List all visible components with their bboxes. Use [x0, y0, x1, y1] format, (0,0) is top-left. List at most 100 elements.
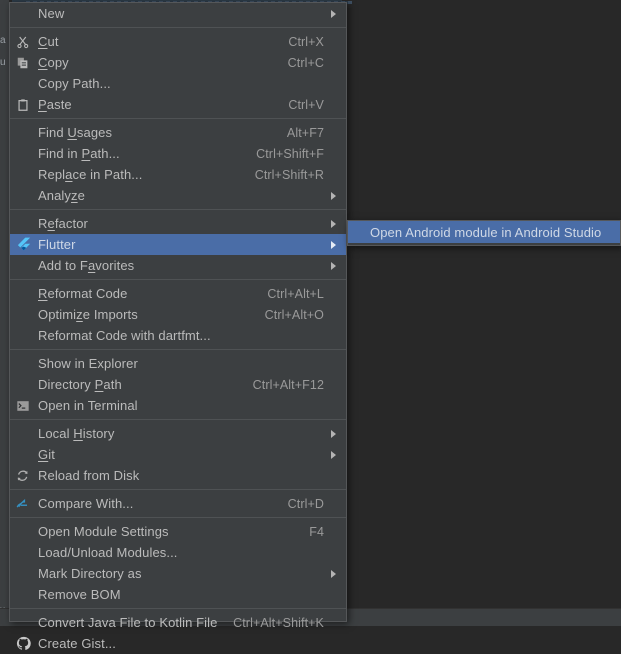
item-icon-slot — [10, 563, 36, 584]
menu-item-git[interactable]: Git — [10, 444, 346, 465]
reload-icon — [10, 465, 36, 486]
item-icon-slot — [10, 444, 36, 465]
menu-separator — [10, 489, 346, 490]
item-icon-slot — [10, 325, 36, 346]
menu-item-paste[interactable]: Paste Ctrl+V — [10, 94, 346, 115]
menu-item-label: Find in Path... — [38, 146, 120, 161]
menu-item-find-in-path[interactable]: Find in Path... Ctrl+Shift+F — [10, 143, 346, 164]
menu-item-shortcut: Ctrl+Shift+R — [254, 167, 324, 182]
item-icon-slot — [10, 185, 36, 206]
menu-item-new[interactable]: New — [10, 3, 346, 24]
menu-item-reload-from-disk[interactable]: Reload from Disk — [10, 465, 346, 486]
menu-item-local-history[interactable]: Local History — [10, 423, 346, 444]
chevron-right-icon — [326, 234, 340, 255]
menu-item-label: Open Module Settings — [38, 524, 169, 539]
submenu-item-label: Open Android module in Android Studio — [370, 224, 602, 240]
copy-icon — [10, 52, 36, 73]
menu-item-shortcut: Ctrl+Alt+F12 — [252, 377, 324, 392]
chevron-right-icon — [326, 423, 340, 444]
menu-item-shortcut: Ctrl+D — [287, 496, 324, 511]
ide-left-panel-sliver — [0, 0, 9, 626]
menu-item-shortcut: Ctrl+X — [288, 34, 324, 49]
item-icon-slot — [10, 521, 36, 542]
menu-item-reformat-code-with-dartfmt[interactable]: Reformat Code with dartfmt... — [10, 325, 346, 346]
menu-item-label: Reformat Code with dartfmt... — [38, 328, 211, 343]
menu-item-flutter[interactable]: Flutter — [10, 234, 346, 255]
menu-item-mark-directory-as[interactable]: Mark Directory as — [10, 563, 346, 584]
menu-item-shortcut: Ctrl+Alt+L — [267, 286, 324, 301]
menu-item-shortcut: Ctrl+V — [288, 97, 324, 112]
menu-item-open-module-settings[interactable]: Open Module Settings F4 — [10, 521, 346, 542]
scissors-icon — [10, 31, 36, 52]
item-icon-slot — [10, 283, 36, 304]
menu-item-label: Git — [38, 447, 55, 462]
menu-item-cut[interactable]: Cut Ctrl+X — [10, 31, 346, 52]
menu-item-reformat-code[interactable]: Reformat Code Ctrl+Alt+L — [10, 283, 346, 304]
ide-edge-char-u: u — [0, 57, 6, 68]
ide-edge-char-a: a — [0, 35, 6, 46]
menu-item-directory-path[interactable]: Directory Path Ctrl+Alt+F12 — [10, 374, 346, 395]
github-icon — [10, 633, 36, 654]
menu-item-label: Copy — [38, 55, 69, 70]
menu-item-copy[interactable]: Copy Ctrl+C — [10, 52, 346, 73]
chevron-right-icon — [326, 3, 340, 24]
menu-item-remove-bom[interactable]: Remove BOM — [10, 584, 346, 605]
menu-item-create-gist[interactable]: Create Gist... — [10, 633, 346, 654]
item-icon-slot — [10, 164, 36, 185]
item-icon-slot — [10, 584, 36, 605]
menu-item-optimize-imports[interactable]: Optimize Imports Ctrl+Alt+O — [10, 304, 346, 325]
menu-item-label: Optimize Imports — [38, 307, 138, 322]
menu-separator — [10, 27, 346, 28]
menu-separator — [10, 517, 346, 518]
menu-separator — [10, 349, 346, 350]
item-icon-slot — [10, 374, 36, 395]
menu-item-replace-in-path[interactable]: Replace in Path... Ctrl+Shift+R — [10, 164, 346, 185]
menu-item-label: Add to Favorites — [38, 258, 135, 273]
item-icon-slot — [10, 423, 36, 444]
menu-item-label: Local History — [38, 426, 115, 441]
menu-item-label: Open in Terminal — [38, 398, 138, 413]
menu-separator — [10, 118, 346, 119]
menu-item-label: Copy Path... — [38, 76, 111, 91]
menu-item-show-in-explorer[interactable]: Show in Explorer — [10, 353, 346, 374]
menu-item-find-usages[interactable]: Find Usages Alt+F7 — [10, 122, 346, 143]
menu-item-label: Analyze — [38, 188, 85, 203]
menu-item-label: Flutter — [38, 237, 76, 252]
menu-item-label: Load/Unload Modules... — [38, 545, 178, 560]
screen: a u x NewCutCtrl+XCopyCtrl+CCopy Path...… — [0, 0, 621, 651]
menu-item-open-in-terminal[interactable]: Open in Terminal — [10, 395, 346, 416]
menu-item-add-to-favorites[interactable]: Add to Favorites — [10, 255, 346, 276]
menu-item-load-unload-modules[interactable]: Load/Unload Modules... — [10, 542, 346, 563]
menu-item-shortcut: F4 — [309, 524, 324, 539]
menu-item-shortcut: Ctrl+C — [287, 55, 324, 70]
menu-separator — [10, 419, 346, 420]
menu-separator — [10, 209, 346, 210]
chevron-right-icon — [326, 185, 340, 206]
clipboard-icon — [10, 94, 36, 115]
item-icon-slot — [10, 3, 36, 24]
project-view-context-menu[interactable]: New Cut Ctrl+X Copy Ctrl+C Copy Path... Paste C… — [9, 2, 347, 651]
item-icon-slot — [10, 122, 36, 143]
menu-separator — [10, 279, 346, 280]
item-icon-slot — [10, 304, 36, 325]
item-icon-slot — [10, 143, 36, 164]
menu-item-label: Compare With... — [38, 496, 134, 511]
menu-item-label: Directory Path — [38, 377, 122, 392]
chevron-right-icon — [326, 255, 340, 276]
menu-item-label: Refactor — [38, 216, 88, 231]
menu-item-label: Find Usages — [38, 125, 113, 140]
menu-item-label: Paste — [38, 97, 72, 112]
menu-item-convert-java-file-to-kotlin-file[interactable]: Convert Java File to Kotlin File Ctrl+Alt… — [10, 612, 346, 633]
menu-item-label: Create Gist... — [38, 636, 116, 651]
flutter-submenu[interactable]: Open Android module in Android Studio — [347, 220, 621, 246]
submenu-item-open-android-module[interactable]: Open Android module in Android Studio — [348, 221, 620, 243]
item-icon-slot — [10, 542, 36, 563]
terminal-icon — [10, 395, 36, 416]
menu-item-analyze[interactable]: Analyze — [10, 185, 346, 206]
menu-item-compare-with[interactable]: Compare With... Ctrl+D — [10, 493, 346, 514]
item-icon-slot — [10, 213, 36, 234]
menu-separator — [10, 608, 346, 609]
menu-item-copy-path[interactable]: Copy Path... — [10, 73, 346, 94]
menu-item-refactor[interactable]: Refactor — [10, 213, 346, 234]
item-icon-slot — [10, 353, 36, 374]
